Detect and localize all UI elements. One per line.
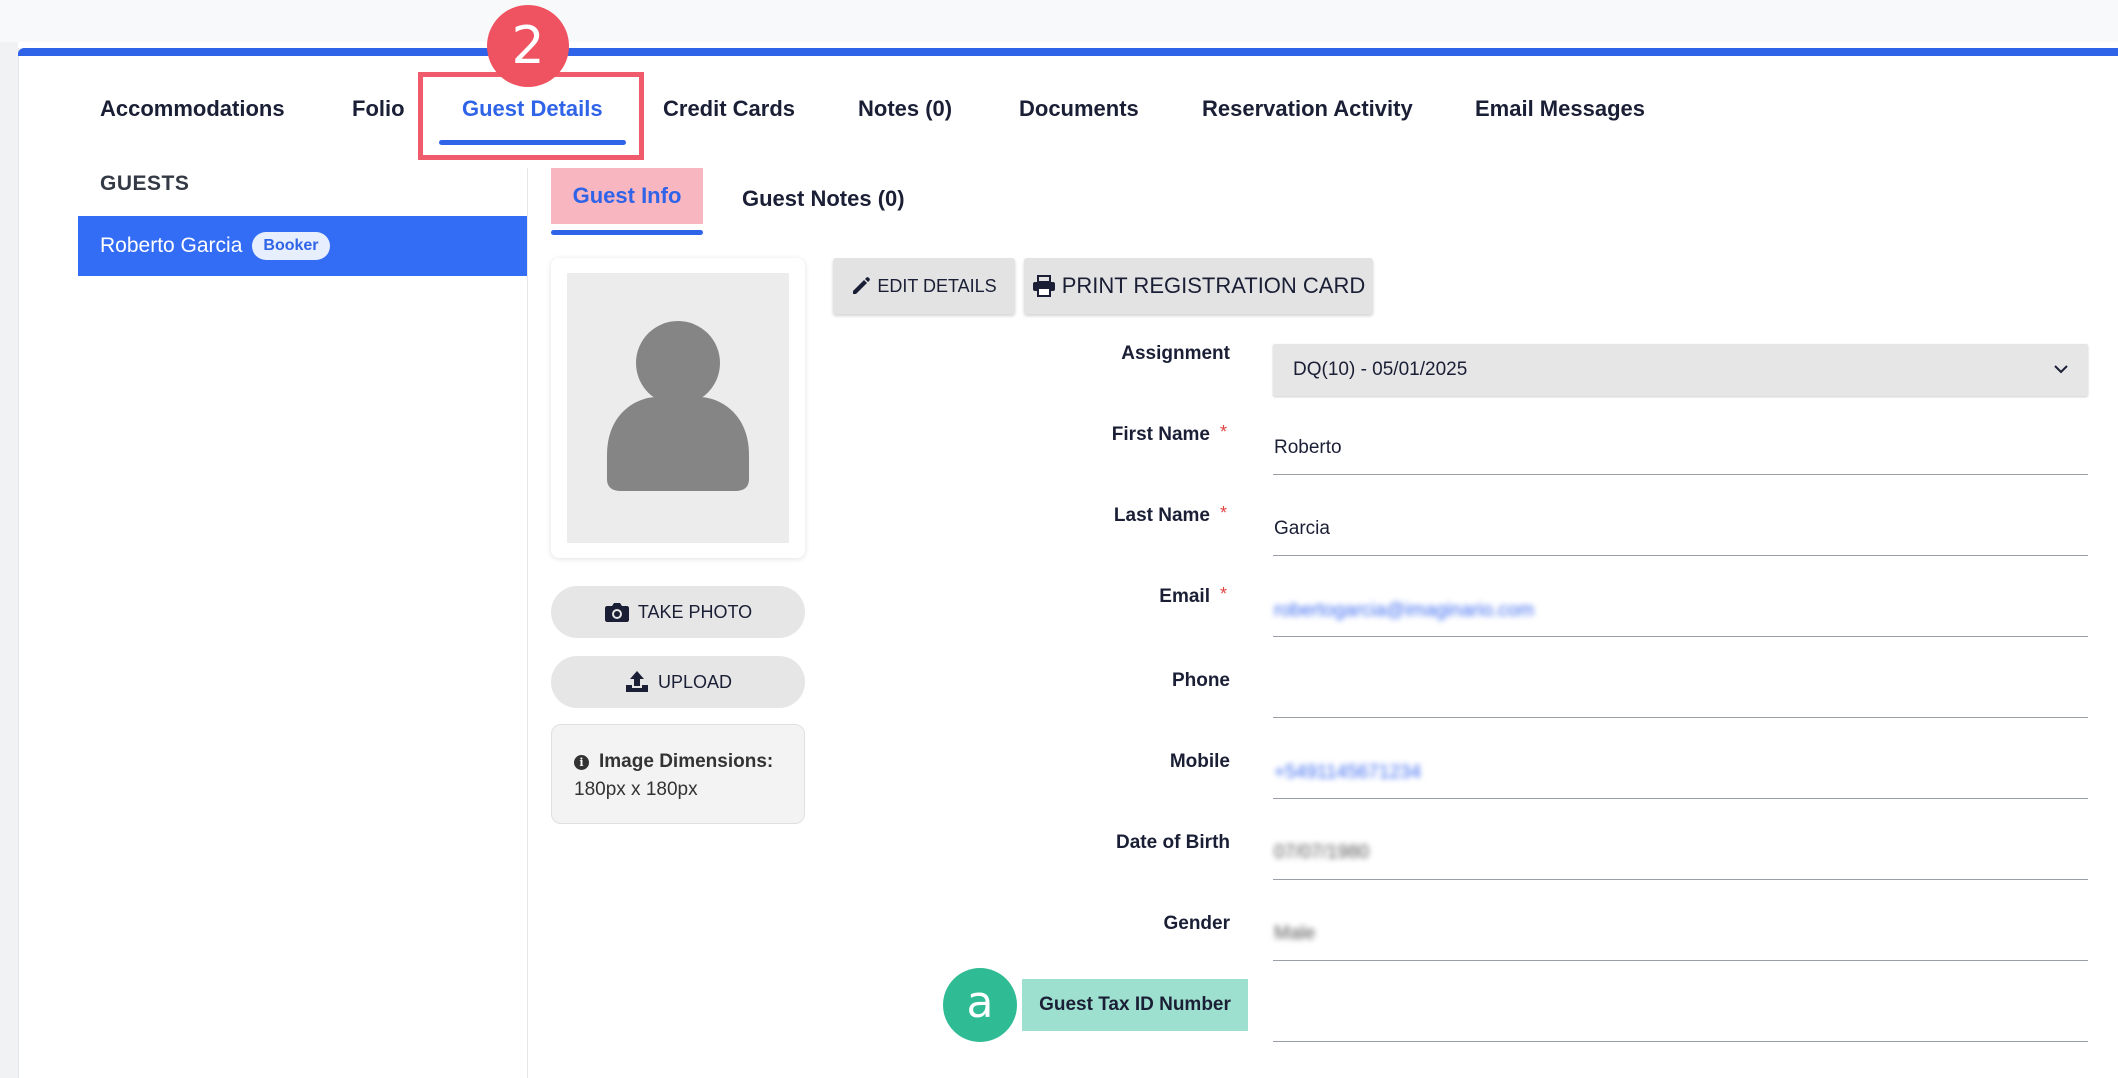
guest-tax-id-label: Guest Tax ID Number (1022, 979, 1248, 1031)
last-name-label: Last Name (1113, 505, 1210, 526)
date-of-birth-field[interactable]: 07/07/1980 (1274, 842, 1369, 864)
guest-photo (567, 273, 789, 543)
sidebar-divider (527, 168, 528, 1078)
upload-button[interactable]: UPLOAD (551, 656, 805, 708)
image-dimensions-heading: i Image Dimensions: (574, 751, 804, 773)
assignment-value: DQ(10) - 05/01/2025 (1293, 359, 1468, 380)
image-dimensions-value: 180px x 180px (574, 779, 698, 800)
gender-field[interactable]: Male (1274, 923, 1315, 945)
tab-credit-cards[interactable]: Credit Cards (663, 96, 795, 126)
last-name-underline (1273, 555, 2088, 556)
edit-details-button[interactable]: EDIT DETAILS (833, 258, 1015, 314)
chevron-down-icon (2054, 365, 2068, 374)
panel-accent-line (18, 48, 2118, 56)
camera-icon (604, 600, 630, 624)
guest-list-item[interactable]: Roberto Garcia Booker (78, 216, 528, 276)
sub-tab-indicator (551, 230, 703, 235)
guests-title: GUESTS (100, 172, 190, 195)
date-of-birth-label: Date of Birth (1116, 832, 1230, 853)
tab-documents[interactable]: Documents (1019, 96, 1139, 126)
upload-icon (624, 670, 650, 694)
assignment-select[interactable]: DQ(10) - 05/01/2025 (1273, 344, 2088, 396)
tab-accommodations[interactable]: Accommodations (100, 96, 285, 126)
edit-details-label: EDIT DETAILS (877, 275, 997, 296)
tab-guest-notes[interactable]: Guest Notes (0) (742, 186, 905, 212)
tab-notes[interactable]: Notes (0) (858, 96, 952, 126)
tab-folio[interactable]: Folio (352, 96, 405, 126)
printer-icon (1032, 275, 1055, 297)
required-marker: * (1220, 422, 1228, 442)
gender-label: Gender (1163, 913, 1230, 934)
guest-name: Roberto Garcia (100, 234, 243, 257)
guest-tax-id-underline (1273, 1041, 2088, 1042)
image-dimensions-label: Image Dimensions: (599, 751, 774, 772)
person-icon (607, 321, 749, 491)
take-photo-button[interactable]: TAKE PHOTO (551, 586, 805, 638)
tab-email-messages[interactable]: Email Messages (1475, 96, 1645, 126)
last-name-field[interactable]: Garcia (1274, 518, 1330, 540)
phone-underline (1273, 717, 2088, 718)
first-name-field[interactable]: Roberto (1274, 437, 1342, 459)
field-badge: a (943, 968, 1017, 1042)
tab-guest-info[interactable]: Guest Info (551, 168, 703, 224)
tab-reservation-activity[interactable]: Reservation Activity (1202, 96, 1413, 126)
email-label: Email (1159, 586, 1210, 607)
required-marker: * (1220, 584, 1228, 604)
print-registration-card-label: PRINT REGISTRATION CARD (1061, 273, 1366, 298)
mobile-field[interactable]: +5491145671234 (1274, 762, 1421, 784)
image-dimensions-info: i Image Dimensions: 180px x 180px (551, 724, 805, 824)
email-underline (1273, 636, 2088, 637)
email-field[interactable]: robertogarcia@imaginario.com (1274, 600, 1534, 622)
mobile-label: Mobile (1169, 751, 1230, 772)
top-band (0, 0, 2118, 42)
pencil-icon (853, 277, 871, 294)
first-name-label: First Name (1111, 424, 1210, 445)
assignment-label: Assignment (1121, 343, 1230, 364)
date-of-birth-underline (1273, 879, 2088, 880)
booker-badge: Booker (252, 232, 330, 260)
step-badge: 2 (487, 5, 569, 87)
phone-label: Phone (1171, 670, 1230, 691)
info-icon: i (574, 754, 589, 770)
print-registration-card-button[interactable]: PRINT REGISTRATION CARD (1024, 258, 1373, 314)
upload-label: UPLOAD (657, 671, 733, 692)
required-marker: * (1220, 503, 1228, 523)
first-name-underline (1273, 474, 2088, 475)
take-photo-label: TAKE PHOTO (637, 601, 753, 622)
mobile-underline (1273, 798, 2088, 799)
left-strip (0, 42, 18, 1078)
gender-underline (1273, 960, 2088, 961)
